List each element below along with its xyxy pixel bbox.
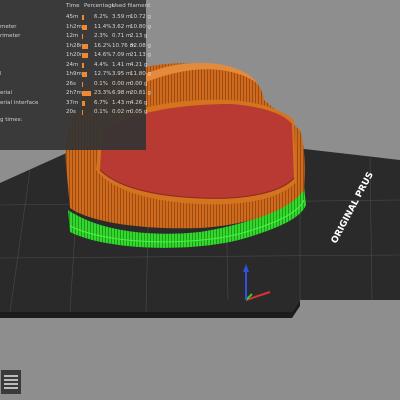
time-value: 37m <box>66 99 79 106</box>
percentage-bar-fill <box>82 53 88 58</box>
percentage-bar <box>82 24 92 30</box>
legend-panel: Time Percentage Used filament 45m 6.2% 3.5… <box>0 0 151 150</box>
feature-name: erial <box>0 90 13 96</box>
percentage-bar-fill <box>82 100 85 106</box>
time-header: Time <box>66 3 80 9</box>
time-value: 20s <box>66 109 76 115</box>
percentage-bar <box>82 62 92 68</box>
percentage-value: 12.7% <box>94 71 112 77</box>
mass-value: 11.80 g <box>130 71 151 77</box>
feature-name: erial interface <box>0 99 39 106</box>
percentage-bar-fill <box>82 72 88 77</box>
time-value: 26s <box>66 80 76 87</box>
percentage-bar-fill <box>82 110 83 115</box>
percentage-bar-fill <box>82 15 85 20</box>
percentage-bar-fill <box>82 91 92 96</box>
layers-icon[interactable] <box>1 370 21 394</box>
time-value: 24m <box>66 61 79 68</box>
print-times-label: g times: <box>0 117 23 123</box>
percentage-value: 11.4% <box>94 23 112 30</box>
percentage-value: 4.4% <box>94 61 108 68</box>
mass-value: 4.21 g <box>130 61 148 68</box>
feature-name: meter <box>0 23 17 30</box>
mass-value: 32.08 g <box>130 42 151 49</box>
percentage-bar-fill <box>82 24 87 30</box>
percentage-value: 6.2% <box>94 14 108 20</box>
time-value: 12m <box>66 33 79 39</box>
percentage-bar-fill <box>82 43 89 49</box>
feature-name: l <box>0 71 2 77</box>
percentage-value: 0.1% <box>94 109 108 115</box>
percentage-bar <box>82 91 92 96</box>
time-value: 45m <box>66 14 79 20</box>
percentage-value: 23.3% <box>94 90 112 96</box>
length-value: 0.00 m <box>112 80 132 87</box>
feature-name: rimeter <box>0 33 21 39</box>
time-value: 2h7m <box>66 90 82 96</box>
length-value: 7.09 m <box>112 52 132 58</box>
percentage-bar <box>82 53 92 58</box>
percentage-bar-fill <box>82 81 83 87</box>
length-value: 0.71 m <box>112 33 132 39</box>
length-value: 3.62 m <box>112 23 132 30</box>
percentage-bar <box>82 81 92 87</box>
percentage-value: 14.6% <box>94 52 112 58</box>
length-value: 1.43 m <box>112 99 132 106</box>
mass-value: 21.13 g <box>130 52 151 58</box>
percentage-value: 6.7% <box>94 99 108 106</box>
used-filament-header: Used filament <box>112 3 151 9</box>
percentage-bar <box>82 110 92 115</box>
length-value: 3.59 m <box>112 14 132 20</box>
mass-value: 0.00 g <box>130 80 148 87</box>
percentage-bar <box>82 100 92 106</box>
percentage-value: 0.1% <box>94 80 108 87</box>
mass-value: 2.13 g <box>130 33 148 39</box>
percentage-bar <box>82 43 92 49</box>
mass-value: 4.26 g <box>130 99 148 106</box>
percentage-header: Percentage <box>84 3 115 9</box>
length-value: 3.95 m <box>112 71 132 77</box>
length-value: 0.02 m <box>112 109 132 115</box>
percentage-value: 2.3% <box>94 33 108 39</box>
mass-value: 20.81 g <box>130 90 151 96</box>
mass-value: 10.72 g <box>130 14 151 20</box>
length-value: 6.98 m <box>112 90 132 96</box>
percentage-bar <box>82 34 92 39</box>
percentage-value: 16.2% <box>94 42 112 49</box>
percentage-bar <box>82 15 92 20</box>
mass-value: 10.80 g <box>130 23 151 30</box>
mass-value: 0.05 g <box>130 109 148 115</box>
percentage-bar <box>82 72 92 77</box>
time-value: 1h2m <box>66 23 82 30</box>
percentage-bar-fill <box>82 62 84 68</box>
time-value: 1h9m <box>66 71 82 77</box>
percentage-bar-fill <box>82 34 83 39</box>
length-value: 1.41 m <box>112 61 132 68</box>
